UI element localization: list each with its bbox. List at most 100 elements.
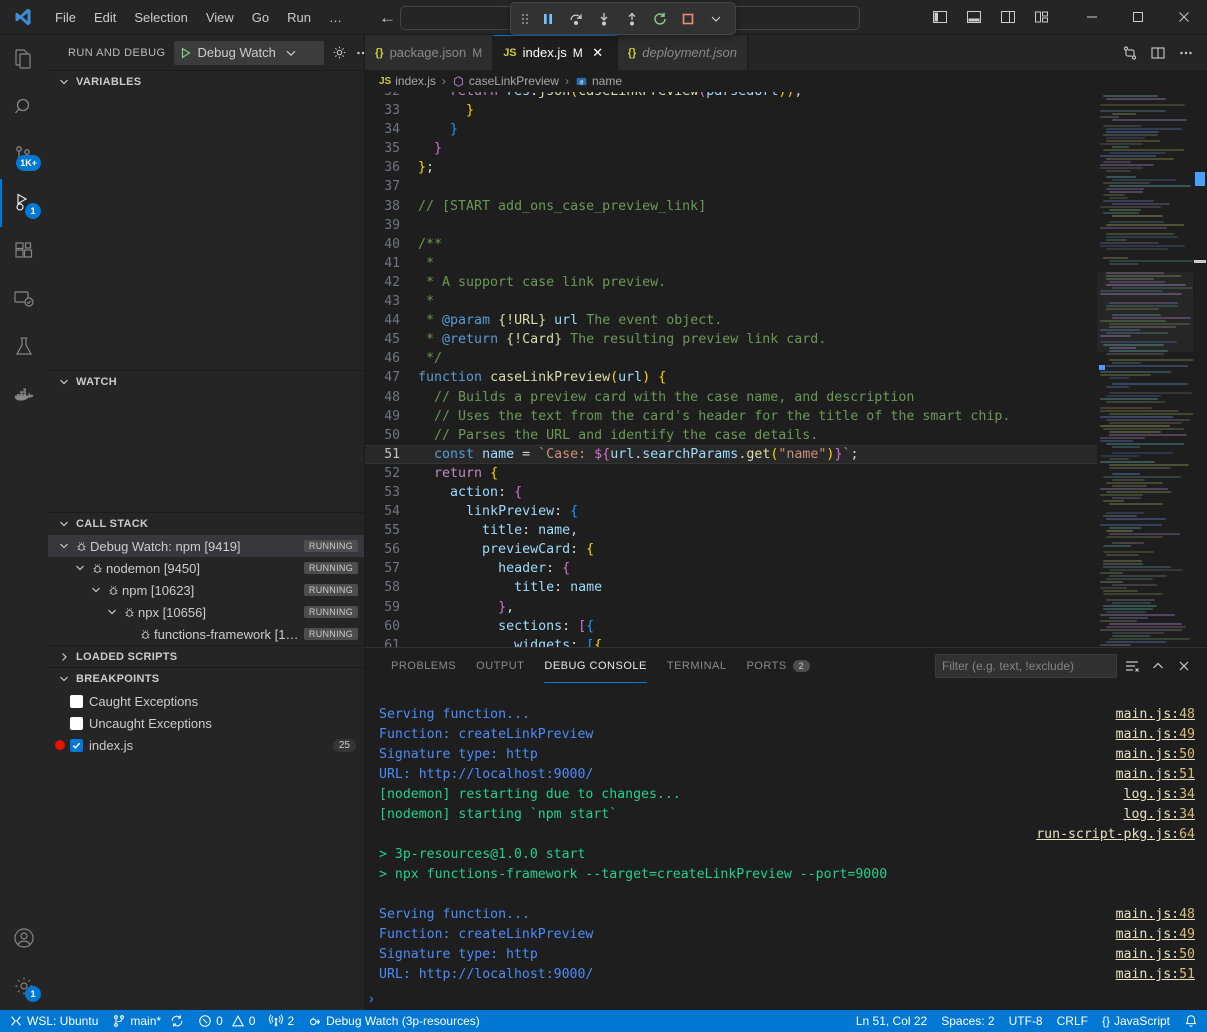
- code-line[interactable]: 50 // Parses the URL and identify the ca…: [365, 426, 1097, 445]
- activitybar-item-explorer[interactable]: [0, 35, 48, 83]
- breadcrumb-item-function[interactable]: caseLinkPreview: [452, 74, 559, 88]
- console-source-link[interactable]: main.js:48: [1116, 907, 1195, 922]
- breakpoint-row[interactable]: Caught Exceptions: [48, 690, 364, 712]
- debug-console-input-row[interactable]: ›: [365, 986, 1207, 1010]
- status-encoding[interactable]: UTF-8: [1002, 1010, 1050, 1032]
- section-header-call-stack[interactable]: CALL STACK: [48, 513, 364, 535]
- chevron-down-icon[interactable]: [285, 47, 297, 59]
- close-window-button[interactable]: [1161, 0, 1207, 35]
- menu-selection[interactable]: Selection: [125, 6, 196, 29]
- call-stack-row[interactable]: functions-framework [106…RUNNING: [48, 623, 364, 645]
- menu-run[interactable]: Run: [278, 6, 320, 29]
- section-header-variables[interactable]: VARIABLES: [48, 71, 364, 93]
- code-line[interactable]: 60 sections: [{: [365, 617, 1097, 636]
- call-stack-row[interactable]: Debug Watch: npm [9419]RUNNING: [48, 535, 364, 557]
- panel-tab[interactable]: TERMINAL: [657, 648, 737, 683]
- console-source-link[interactable]: log.js:34: [1124, 807, 1195, 822]
- editor-scrollbar[interactable]: [1193, 92, 1207, 647]
- status-language-mode[interactable]: {} JavaScript: [1095, 1010, 1177, 1032]
- code-line[interactable]: 59 },: [365, 598, 1097, 617]
- console-source-link[interactable]: log.js:34: [1124, 787, 1195, 802]
- chevron-down-icon[interactable]: [703, 6, 729, 32]
- code-line[interactable]: 43 *: [365, 292, 1097, 311]
- call-stack-row[interactable]: nodemon [9450]RUNNING: [48, 557, 364, 579]
- compare-changes-icon[interactable]: [1117, 40, 1143, 66]
- breadcrumb-item-file[interactable]: JS index.js: [379, 74, 436, 88]
- code-line[interactable]: 32 return res.json(caseLinkPreview(parse…: [365, 92, 1097, 101]
- code-line[interactable]: 37: [365, 177, 1097, 196]
- status-cursor-position[interactable]: Ln 51, Col 22: [849, 1010, 934, 1032]
- code-line[interactable]: 40/**: [365, 235, 1097, 254]
- toggle-secondary-sidebar-icon[interactable]: [995, 4, 1021, 30]
- code-line[interactable]: 46 */: [365, 349, 1097, 368]
- code-line[interactable]: 54 linkPreview: {: [365, 502, 1097, 521]
- split-editor-right-icon[interactable]: [1145, 40, 1171, 66]
- console-source-link[interactable]: main.js:48: [1116, 707, 1195, 722]
- code-line[interactable]: 61 widgets: [{: [365, 636, 1097, 647]
- activity-bar[interactable]: 1K+ 1 1: [0, 35, 48, 1010]
- debug-console-output[interactable]: Serving function...main.js:48Function: c…: [365, 683, 1207, 986]
- step-out-button[interactable]: [619, 6, 645, 32]
- customize-layout-icon[interactable]: [1029, 4, 1055, 30]
- code-line[interactable]: 36};: [365, 158, 1097, 177]
- activitybar-item-extensions[interactable]: [0, 227, 48, 275]
- code-line[interactable]: 39: [365, 216, 1097, 235]
- code-line[interactable]: 55 title: name,: [365, 521, 1097, 540]
- activitybar-item-accounts[interactable]: [0, 914, 48, 962]
- code-line[interactable]: 52 return {: [365, 464, 1097, 483]
- console-source-link[interactable]: main.js:51: [1116, 967, 1195, 982]
- editor-more-actions-icon[interactable]: [1173, 40, 1199, 66]
- breakpoint-row[interactable]: index.js25: [48, 734, 364, 756]
- console-source-link[interactable]: main.js:51: [1116, 767, 1195, 782]
- section-header-watch[interactable]: WATCH: [48, 371, 364, 393]
- call-stack-list[interactable]: Debug Watch: npm [9419]RUNNINGnodemon [9…: [48, 535, 364, 645]
- drag-handle-icon[interactable]: [517, 11, 533, 27]
- activitybar-item-manage[interactable]: 1: [0, 962, 48, 1010]
- close-tab-icon[interactable]: ✕: [589, 44, 607, 62]
- code-line[interactable]: 47function caseLinkPreview(url) {: [365, 368, 1097, 387]
- activitybar-item-source-control[interactable]: 1K+: [0, 131, 48, 179]
- code-line[interactable]: 48 // Builds a preview card with the cas…: [365, 388, 1097, 407]
- code-line[interactable]: 35 }: [365, 139, 1097, 158]
- editor-toolbar[interactable]: [1117, 35, 1207, 70]
- menu-go[interactable]: Go: [243, 6, 278, 29]
- status-debug-session[interactable]: Debug Watch (3p-resources): [301, 1010, 487, 1032]
- breakpoint-checkbox[interactable]: [70, 717, 83, 730]
- minimap-slider[interactable]: [1097, 272, 1193, 352]
- console-source-link[interactable]: main.js:50: [1116, 747, 1195, 762]
- menu-edit[interactable]: Edit: [85, 6, 125, 29]
- panel-tab[interactable]: PROBLEMS: [381, 648, 466, 683]
- status-notifications[interactable]: [1177, 1010, 1205, 1032]
- stop-button[interactable]: [675, 6, 701, 32]
- minimap[interactable]: [1097, 92, 1193, 647]
- breadcrumb-item-variable[interactable]: @ name: [575, 74, 622, 88]
- code-line[interactable]: 49 // Uses the text from the card's head…: [365, 407, 1097, 426]
- code-line[interactable]: 44 * @param {!URL} url The event object.: [365, 311, 1097, 330]
- editor-tab[interactable]: {}deployment.json: [618, 35, 748, 70]
- code-line[interactable]: 38// [START add_ons_case_preview_link]: [365, 197, 1097, 216]
- activitybar-item-remote-explorer[interactable]: [0, 275, 48, 323]
- toggle-panel-icon[interactable]: [961, 4, 987, 30]
- menu-bar[interactable]: File Edit Selection View Go Run …: [46, 6, 351, 29]
- status-remote-indicator[interactable]: WSL: Ubuntu: [2, 1010, 105, 1032]
- menu-view[interactable]: View: [197, 6, 243, 29]
- chevron-down-icon[interactable]: [56, 540, 72, 552]
- code-line[interactable]: 53 action: {: [365, 483, 1097, 502]
- panel-tab-bar[interactable]: PROBLEMSOUTPUTDEBUG CONSOLETERMINALPORTS…: [365, 648, 1207, 683]
- code-line[interactable]: 51 const name = `Case: ${url.searchParam…: [365, 445, 1097, 464]
- arrow-left-icon[interactable]: ←: [379, 9, 396, 26]
- panel-tab[interactable]: PORTS2: [736, 648, 820, 683]
- code-line[interactable]: 57 header: {: [365, 559, 1097, 578]
- code-line[interactable]: 45 * @return {!Card} The resulting previ…: [365, 330, 1097, 349]
- activitybar-item-testing[interactable]: [0, 323, 48, 371]
- console-source-link[interactable]: main.js:49: [1116, 927, 1195, 942]
- sync-icon[interactable]: [170, 1014, 184, 1028]
- editor-tab-bar[interactable]: {}package.jsonMJSindex.jsM✕{}deployment.…: [365, 35, 1207, 70]
- panel-tab[interactable]: DEBUG CONSOLE: [534, 648, 656, 683]
- status-bar[interactable]: WSL: Ubuntu main* 0 0 2 Debug Watch (3p-…: [0, 1010, 1207, 1032]
- console-source-link[interactable]: main.js:49: [1116, 727, 1195, 742]
- activitybar-item-search[interactable]: [0, 83, 48, 131]
- step-over-button[interactable]: [563, 6, 589, 32]
- panel-actions[interactable]: Filter (e.g. text, !exclude): [935, 654, 1207, 678]
- section-header-loaded-scripts[interactable]: LOADED SCRIPTS: [48, 646, 364, 668]
